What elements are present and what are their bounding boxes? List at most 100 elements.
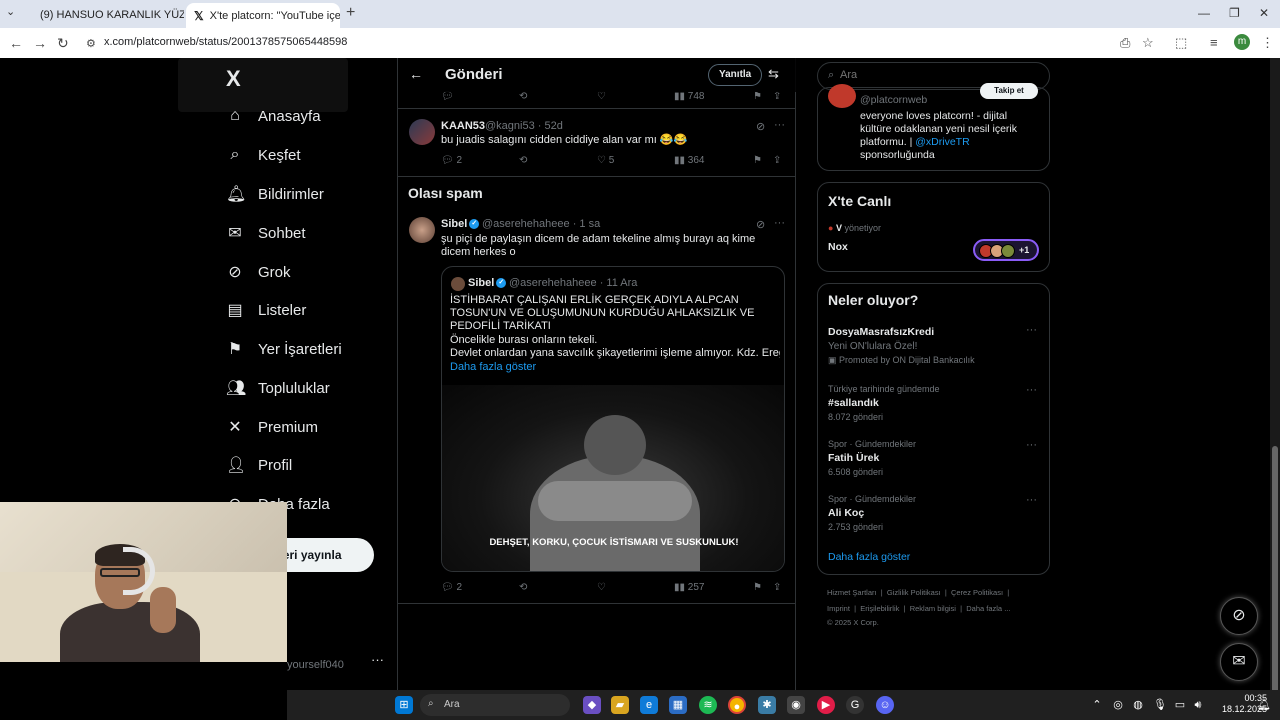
- like-icon[interactable]: ♡ 5: [597, 155, 614, 166]
- windows-start-icon[interactable]: ⊞: [395, 696, 413, 714]
- profile-handle[interactable]: @platcornweb: [860, 94, 927, 106]
- nav-item-notifications[interactable]: 🔔︎ Bildirimler: [226, 180, 324, 208]
- copilot-icon[interactable]: ◆: [583, 696, 601, 714]
- retweet-icon[interactable]: ⟲: [519, 582, 527, 593]
- nav-item-grok[interactable]: ⊘ Grok: [226, 258, 290, 286]
- media-player-icon[interactable]: ▶: [817, 696, 835, 714]
- footer-link[interactable]: Gizlilik Politikası: [887, 588, 941, 597]
- reply-author-handle[interactable]: @aserehehaheee · 1 sa: [482, 218, 600, 230]
- reply-button[interactable]: Yanıtla: [708, 64, 763, 86]
- avatar[interactable]: [409, 119, 435, 145]
- app-icon[interactable]: G: [846, 696, 864, 714]
- trend-name[interactable]: Fatih Ürek: [828, 452, 879, 464]
- nav-item-communities[interactable]: 👥︎ Topluluklar: [226, 374, 330, 402]
- share-icon[interactable]: ⇪: [773, 91, 781, 102]
- forward-arrow-icon[interactable]: →: [33, 35, 47, 51]
- bookmark-star-icon[interactable]: ☆: [1142, 35, 1154, 51]
- retweet-icon[interactable]: ⟲: [519, 91, 527, 102]
- microphone-icon[interactable]: 🎙︎: [1151, 696, 1169, 714]
- reload-icon[interactable]: ↻: [57, 35, 69, 52]
- reply-author-name[interactable]: KAAN53: [441, 120, 485, 132]
- nav-item-bookmarks[interactable]: ⚑ Yer İşaretleri: [226, 335, 342, 363]
- nav-item-messages[interactable]: ✉ Sohbet: [226, 219, 305, 247]
- views-icon[interactable]: ▮▮ 257: [674, 582, 704, 593]
- trend-name[interactable]: #sallandık: [828, 397, 879, 409]
- profile-avatar[interactable]: m: [1234, 34, 1250, 50]
- avatar[interactable]: [828, 84, 856, 108]
- site-info-icon[interactable]: ⚙: [86, 37, 96, 50]
- spotify-icon[interactable]: ≋: [699, 696, 717, 714]
- show-more-link[interactable]: Daha fazla göster: [450, 361, 536, 373]
- tray-app-icon[interactable]: ◍: [1129, 696, 1147, 714]
- scrollbar[interactable]: [1270, 58, 1280, 696]
- live-space-name[interactable]: Nox: [828, 241, 848, 253]
- taskbar-search[interactable]: ⌕ Ara: [420, 694, 570, 716]
- views-icon[interactable]: ▮▮ 748: [674, 91, 704, 102]
- live-host[interactable]: ● V yönetiyor: [828, 223, 881, 233]
- like-icon[interactable]: ♡: [597, 91, 606, 102]
- settings-sliders-icon[interactable]: ⇆: [768, 66, 779, 82]
- trend-name[interactable]: Ali Koç: [828, 507, 864, 519]
- minimize-icon[interactable]: —: [1198, 6, 1210, 20]
- new-tab-icon[interactable]: +: [346, 4, 355, 22]
- nav-item-premium[interactable]: ✕ Premium: [226, 413, 318, 441]
- tray-app-icon[interactable]: ◎: [1109, 696, 1127, 714]
- url-field[interactable]: x.com/platcornweb/status/200137857506544…: [104, 36, 347, 48]
- footer-link[interactable]: Imprint: [827, 604, 850, 613]
- notifications-icon[interactable]: 🔔︎: [1255, 696, 1273, 714]
- tray-chevron-icon[interactable]: ⌃: [1088, 696, 1106, 714]
- follow-button[interactable]: Takip et: [980, 83, 1038, 99]
- browser-tab-x[interactable]: 𝕏 X'te platcorn: "YouTube içerik ü ✕: [186, 3, 340, 28]
- grok-icon[interactable]: ⊘: [756, 218, 765, 231]
- edge-icon[interactable]: e: [640, 696, 658, 714]
- bookmark-icon[interactable]: ⚑: [753, 582, 762, 593]
- bookmark-icon[interactable]: ⚑: [753, 155, 762, 166]
- menu-kebab-icon[interactable]: ⋮: [1261, 35, 1274, 51]
- maximize-icon[interactable]: ❐: [1229, 6, 1240, 20]
- footer-link[interactable]: Hizmet Şartları: [827, 588, 877, 597]
- reply-icon[interactable]: 💬︎ 2: [441, 582, 462, 593]
- install-app-icon[interactable]: ⎙: [1120, 35, 1130, 51]
- more-icon[interactable]: ···: [1026, 324, 1037, 336]
- share-icon[interactable]: ⇪: [773, 155, 781, 166]
- browser-tab-youtube[interactable]: (9) HANSUO KARANLIK YÜZÜ 🐧 ✕: [26, 3, 184, 25]
- reply-icon[interactable]: 💬︎ 2: [441, 155, 462, 166]
- store-icon[interactable]: ▦: [669, 696, 687, 714]
- account-handle[interactable]: yourself040: [287, 659, 344, 671]
- retweet-icon[interactable]: ⟲: [519, 155, 527, 166]
- more-icon[interactable]: ···: [774, 119, 785, 131]
- grok-icon[interactable]: ⊘: [756, 120, 765, 133]
- nav-item-profile[interactable]: 👤︎ Profil: [226, 451, 292, 479]
- share-icon[interactable]: ⇪: [773, 582, 781, 593]
- chrome-icon[interactable]: ●: [728, 696, 746, 714]
- x-logo-icon[interactable]: X: [226, 66, 241, 92]
- avatar[interactable]: [409, 217, 435, 243]
- extensions-icon[interactable]: ⬚: [1175, 35, 1187, 51]
- volume-icon[interactable]: 🔊︎: [1189, 696, 1207, 714]
- bookmark-icon[interactable]: ⚑: [753, 91, 762, 102]
- account-more-icon[interactable]: ···: [371, 652, 384, 667]
- nav-item-explore[interactable]: ⌕ Keşfet: [226, 141, 301, 169]
- reading-list-icon[interactable]: ≡: [1210, 35, 1218, 50]
- more-icon[interactable]: ···: [774, 217, 785, 229]
- app-icon[interactable]: ◉: [787, 696, 805, 714]
- views-icon[interactable]: ▮▮ 364: [674, 155, 704, 166]
- messages-fab-icon[interactable]: ✉: [1220, 643, 1258, 681]
- more-icon[interactable]: ···: [1026, 439, 1037, 451]
- grok-fab-icon[interactable]: ⊘: [1220, 597, 1258, 635]
- footer-link[interactable]: Reklam bilgisi: [910, 604, 956, 613]
- nav-item-home[interactable]: ⌂ Anasayfa: [226, 102, 320, 130]
- file-explorer-icon[interactable]: ▰: [611, 696, 629, 714]
- footer-link[interactable]: Çerez Politikası: [951, 588, 1003, 597]
- footer-link[interactable]: Daha fazla ...: [966, 604, 1010, 613]
- back-arrow-icon[interactable]: ←: [409, 66, 423, 82]
- like-icon[interactable]: ♡: [597, 582, 606, 593]
- network-icon[interactable]: ▭: [1171, 696, 1189, 714]
- trend-name[interactable]: DosyaMasrafsızKredi: [828, 326, 934, 338]
- reply-author-name[interactable]: Sibel ✓: [441, 218, 480, 230]
- more-icon[interactable]: ···: [1026, 494, 1037, 506]
- footer-link[interactable]: Erişilebilirlik: [860, 604, 899, 613]
- close-window-icon[interactable]: ✕: [1259, 6, 1269, 20]
- more-icon[interactable]: ···: [1026, 384, 1037, 396]
- scrollbar-thumb[interactable]: [1272, 446, 1278, 696]
